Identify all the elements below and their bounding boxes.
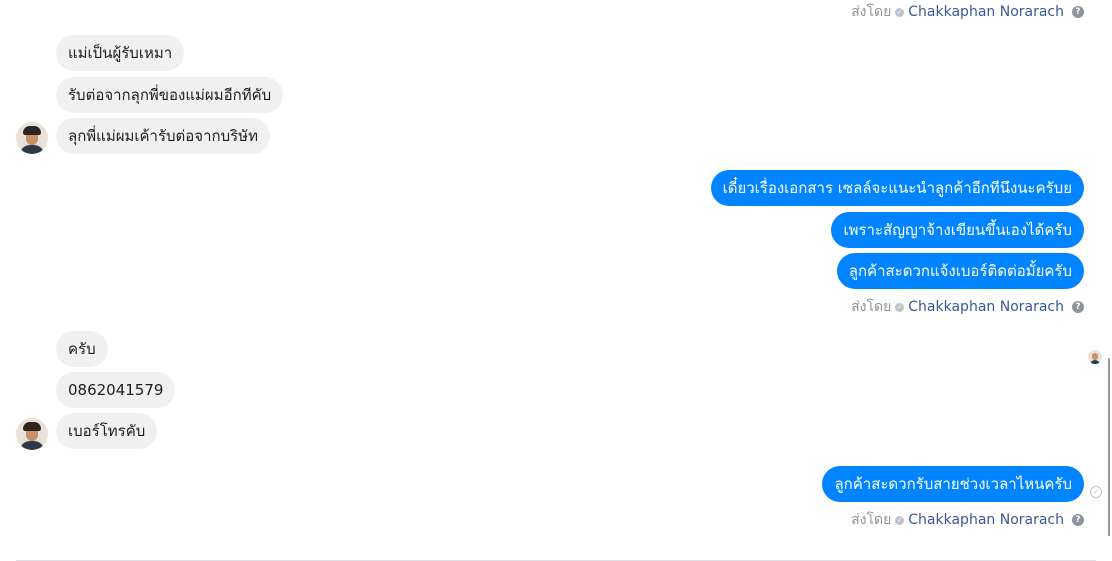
- help-icon[interactable]: ?: [1072, 6, 1084, 18]
- message-bubble-outgoing[interactable]: ลูกค้าสะดวกรับสายช่วงเวลาไหนครับ: [822, 466, 1084, 502]
- sent-by-prefix: ส่งโดย: [851, 299, 892, 315]
- sender-name-link[interactable]: Chakkaphan Norarach: [908, 299, 1064, 315]
- check-icon: ✓: [895, 7, 905, 17]
- message-bubble-incoming[interactable]: 0862041579: [56, 372, 176, 408]
- avatar[interactable]: [16, 418, 48, 450]
- sender-name-link[interactable]: Chakkaphan Norarach: [908, 512, 1064, 528]
- avatar[interactable]: [16, 122, 48, 154]
- sender-name-link[interactable]: Chakkaphan Norarach: [908, 4, 1064, 20]
- sent-by-prefix: ส่งโดย: [851, 4, 892, 20]
- message-bubble-incoming[interactable]: ลุกพี่แม่ผมเค้ารับต่อจากบริษัท: [56, 118, 270, 154]
- message-bubble-incoming[interactable]: รับต่อจากลุกพี่ของแม่ผมอีกทีคับ: [56, 77, 284, 113]
- check-icon: ✓: [895, 515, 905, 525]
- message-bubble-incoming[interactable]: เบอร์โทรคับ: [56, 413, 158, 449]
- read-receipt-avatar: [1088, 350, 1102, 364]
- sent-by-line: ส่งโดย ✓ Chakkaphan Norarach ?: [851, 1, 1084, 23]
- message-bubble-outgoing[interactable]: เดี๋ยวเรื่องเอกสาร เซลล์จะแนะนำลูกค้าอีก…: [710, 170, 1084, 206]
- sent-status-icon: ✓: [1090, 486, 1102, 498]
- message-bubble-outgoing[interactable]: เพราะสัญญาจ้างเขียนขึ้นเองได้ครับ: [831, 212, 1084, 248]
- help-icon[interactable]: ?: [1072, 514, 1084, 526]
- help-icon[interactable]: ?: [1072, 301, 1084, 313]
- message-bubble-incoming[interactable]: ครับ: [56, 331, 108, 367]
- scrollbar[interactable]: [1108, 358, 1110, 536]
- sent-by-line: ส่งโดย ✓ Chakkaphan Norarach ?: [851, 509, 1084, 531]
- message-bubble-outgoing[interactable]: ลูกค้าสะดวกแจ้งเบอร์ติดต่อมั้ยครับ: [836, 253, 1084, 289]
- sent-by-line: ส่งโดย ✓ Chakkaphan Norarach ?: [851, 296, 1084, 318]
- message-bubble-incoming[interactable]: แม่เป็นผู้รับเหมา: [56, 35, 185, 71]
- sent-by-prefix: ส่งโดย: [851, 512, 892, 528]
- check-icon: ✓: [895, 302, 905, 312]
